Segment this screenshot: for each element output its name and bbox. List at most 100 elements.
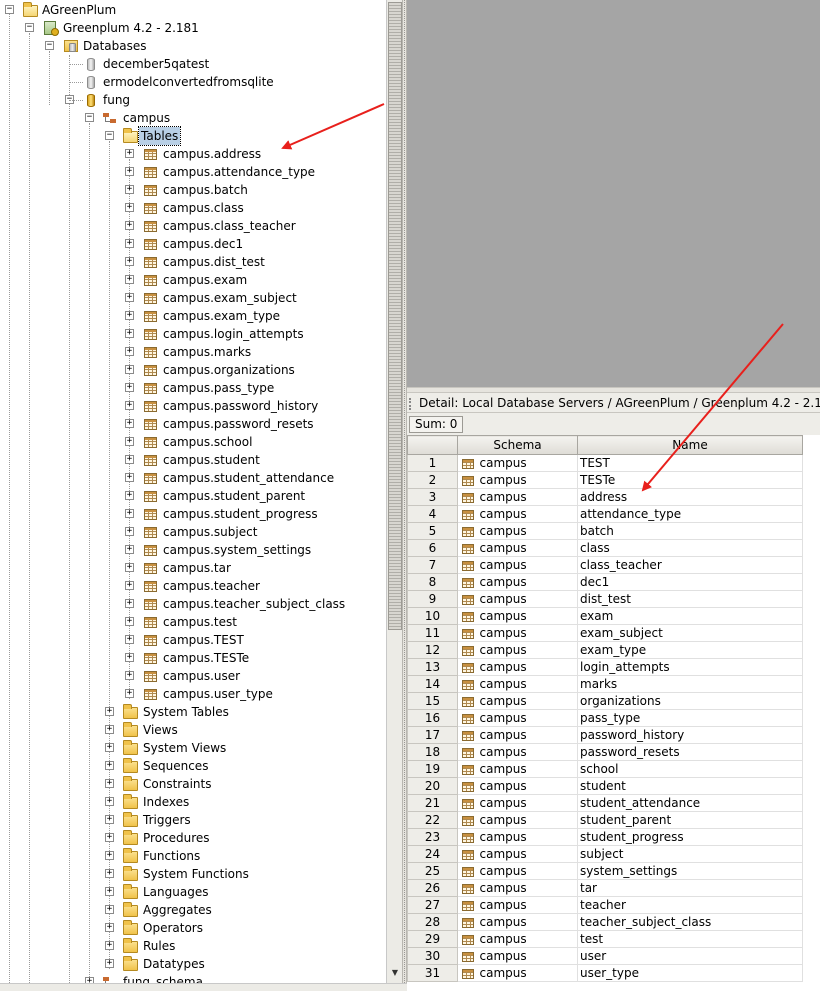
tree-folder-item[interactable]: + System Views <box>0 739 386 757</box>
name-cell[interactable]: password_resets <box>577 743 803 761</box>
schema-cell[interactable]: campus <box>477 488 578 506</box>
name-cell[interactable]: tar <box>577 879 803 897</box>
expand-toggle-icon[interactable]: + <box>125 653 134 662</box>
schema-cell[interactable]: campus <box>477 964 578 982</box>
tree-table-item[interactable]: + campus.login_attempts <box>0 325 386 343</box>
table-row[interactable]: 26 campus tar <box>407 879 803 897</box>
expand-toggle-icon[interactable]: + <box>125 383 134 392</box>
tree-node-databases[interactable]: − Databases <box>0 37 386 55</box>
expand-toggle-icon[interactable]: + <box>125 149 134 158</box>
expand-toggle-icon[interactable]: + <box>105 941 114 950</box>
tree-folder-item[interactable]: + Datatypes <box>0 955 386 973</box>
expand-toggle-icon[interactable]: + <box>125 617 134 626</box>
schema-cell[interactable]: campus <box>477 641 578 659</box>
row-number[interactable]: 19 <box>407 760 458 778</box>
schema-cell[interactable]: campus <box>477 896 578 914</box>
scroll-down-button[interactable]: ▼ <box>388 966 402 980</box>
table-row[interactable]: 25 campus system_settings <box>407 862 803 880</box>
tree-scrollbar[interactable]: ▲ ▼ <box>386 0 402 983</box>
tree-table-item[interactable]: + campus.dist_test <box>0 253 386 271</box>
tree-scroll-thumb[interactable] <box>388 2 402 630</box>
schema-cell[interactable]: campus <box>477 947 578 965</box>
expand-toggle-icon[interactable]: + <box>125 455 134 464</box>
collapse-toggle-icon[interactable]: − <box>45 41 54 50</box>
tree-node-campus-schema[interactable]: − campus <box>0 109 386 127</box>
expand-toggle-icon[interactable]: + <box>125 221 134 230</box>
schema-cell[interactable]: campus <box>477 709 578 727</box>
schema-cell[interactable]: campus <box>477 794 578 812</box>
tree-table-item[interactable]: + campus.teacher <box>0 577 386 595</box>
table-row[interactable]: 4 campus attendance_type <box>407 505 803 523</box>
table-row[interactable]: 27 campus teacher <box>407 896 803 914</box>
expand-toggle-icon[interactable]: + <box>125 581 134 590</box>
table-row[interactable]: 29 campus test <box>407 930 803 948</box>
row-number[interactable]: 8 <box>407 573 458 591</box>
schema-cell[interactable]: campus <box>477 607 578 625</box>
row-number[interactable]: 3 <box>407 488 458 506</box>
tree-node-tables[interactable]: − Tables <box>0 126 386 146</box>
schema-cell[interactable]: campus <box>477 726 578 744</box>
name-cell[interactable]: organizations <box>577 692 803 710</box>
table-row[interactable]: 16 campus pass_type <box>407 709 803 727</box>
name-cell[interactable]: login_attempts <box>577 658 803 676</box>
table-row[interactable]: 20 campus student <box>407 777 803 795</box>
table-row[interactable]: 22 campus student_parent <box>407 811 803 829</box>
tree-table-item[interactable]: + campus.user_type <box>0 685 386 703</box>
schema-cell[interactable]: campus <box>477 828 578 846</box>
collapse-toggle-icon[interactable]: − <box>5 5 14 14</box>
expand-toggle-icon[interactable]: + <box>105 833 114 842</box>
row-number[interactable]: 2 <box>407 471 458 489</box>
collapse-toggle-icon[interactable]: − <box>105 131 114 140</box>
name-cell[interactable]: class <box>577 539 803 557</box>
row-number[interactable]: 4 <box>407 505 458 523</box>
expand-toggle-icon[interactable]: + <box>125 689 134 698</box>
name-cell[interactable]: marks <box>577 675 803 693</box>
expand-toggle-icon[interactable]: + <box>125 203 134 212</box>
name-cell[interactable]: student_parent <box>577 811 803 829</box>
expand-toggle-icon[interactable]: + <box>125 329 134 338</box>
collapse-toggle-icon[interactable]: − <box>85 113 94 122</box>
tree-table-item[interactable]: + campus.subject <box>0 523 386 541</box>
row-number[interactable]: 30 <box>407 947 458 965</box>
tree-table-item[interactable]: + campus.test <box>0 613 386 631</box>
tree-table-item[interactable]: + campus.organizations <box>0 361 386 379</box>
tree-table-item[interactable]: + campus.student_progress <box>0 505 386 523</box>
tree-folder-item[interactable]: + Procedures <box>0 829 386 847</box>
tree-table-item[interactable]: + campus.attendance_type <box>0 163 386 181</box>
expand-toggle-icon[interactable]: + <box>125 635 134 644</box>
expand-toggle-icon[interactable]: + <box>125 563 134 572</box>
schema-cell[interactable]: campus <box>477 675 578 693</box>
schema-cell[interactable]: campus <box>477 556 578 574</box>
expand-toggle-icon[interactable]: + <box>105 851 114 860</box>
expand-toggle-icon[interactable]: + <box>125 527 134 536</box>
expand-toggle-icon[interactable]: + <box>125 419 134 428</box>
name-cell[interactable]: password_history <box>577 726 803 744</box>
expand-toggle-icon[interactable]: + <box>105 887 114 896</box>
table-row[interactable]: 18 campus password_resets <box>407 743 803 761</box>
schema-cell[interactable]: campus <box>477 913 578 931</box>
schema-cell[interactable]: campus <box>477 777 578 795</box>
name-cell[interactable]: student <box>577 777 803 795</box>
tree-table-item[interactable]: + campus.class_teacher <box>0 217 386 235</box>
name-cell[interactable]: test <box>577 930 803 948</box>
table-row[interactable]: 8 campus dec1 <box>407 573 803 591</box>
table-row[interactable]: 14 campus marks <box>407 675 803 693</box>
name-cell[interactable]: dec1 <box>577 573 803 591</box>
name-cell[interactable]: exam_subject <box>577 624 803 642</box>
name-cell[interactable]: teacher_subject_class <box>577 913 803 931</box>
expand-toggle-icon[interactable]: + <box>125 311 134 320</box>
name-cell[interactable]: dist_test <box>577 590 803 608</box>
tree-node-fung[interactable]: − fung <box>0 91 386 109</box>
schema-cell[interactable]: campus <box>477 811 578 829</box>
table-row[interactable]: 2 campus TESTe <box>407 471 803 489</box>
tree-folder-item[interactable]: + Rules <box>0 937 386 955</box>
row-number[interactable]: 13 <box>407 658 458 676</box>
name-cell[interactable]: address <box>577 488 803 506</box>
row-number[interactable]: 15 <box>407 692 458 710</box>
schema-cell[interactable]: campus <box>477 471 578 489</box>
table-row[interactable]: 21 campus student_attendance <box>407 794 803 812</box>
expand-toggle-icon[interactable]: + <box>125 545 134 554</box>
tree-table-item[interactable]: + campus.marks <box>0 343 386 361</box>
name-cell[interactable]: student_attendance <box>577 794 803 812</box>
name-cell[interactable]: user <box>577 947 803 965</box>
